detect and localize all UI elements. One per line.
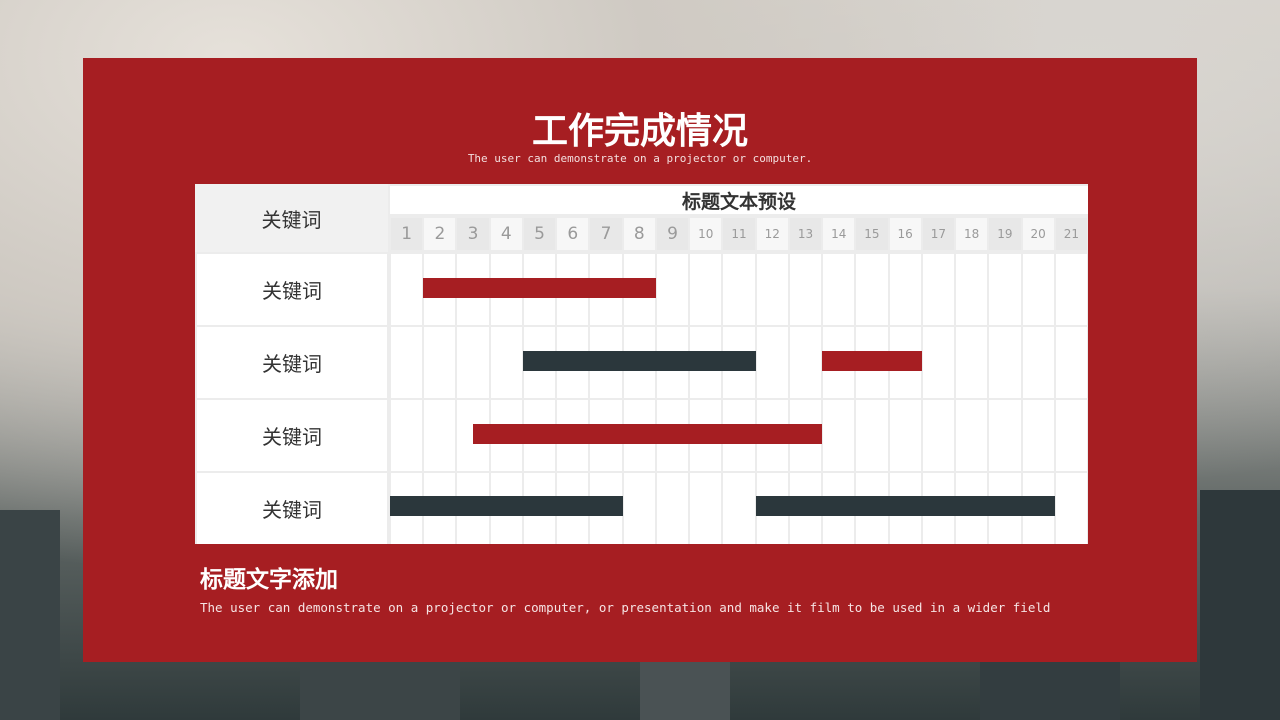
grid-cell (1055, 254, 1087, 325)
grid-cell (656, 254, 689, 325)
bg-building (0, 510, 60, 720)
day-label: 21 (1055, 218, 1087, 250)
day-label: 1 (391, 218, 423, 250)
grid-cell (424, 327, 456, 398)
day-label: 6 (557, 218, 589, 250)
grid-cell (690, 254, 722, 325)
grid-cell (922, 254, 955, 325)
day-label: 15 (856, 218, 888, 250)
grid-cell (922, 400, 955, 471)
grid-cell (789, 327, 822, 398)
day-label: 4 (490, 218, 522, 250)
grid-cell (756, 254, 788, 325)
day-label: 13 (789, 218, 822, 250)
grid-cell (956, 254, 988, 325)
grid-cell (956, 327, 988, 398)
grid-cell (391, 327, 423, 398)
slide-subtitle: The user can demonstrate on a projector … (467, 152, 813, 165)
day-label: 8 (623, 218, 655, 250)
footer-title: 标题文字添加 (200, 567, 338, 593)
grid-cell (1055, 473, 1087, 544)
grid-cell (623, 473, 655, 544)
bg-building (980, 662, 1120, 720)
day-label: 10 (690, 218, 722, 250)
bg-building (1200, 490, 1280, 720)
day-label: 16 (889, 218, 921, 250)
gantt-bar (473, 424, 823, 444)
footer-text: The user can demonstrate on a projector … (200, 600, 1051, 615)
grid-cell (856, 400, 888, 471)
grid-cell (756, 327, 788, 398)
gantt-bar (755, 496, 1055, 516)
bg-building (300, 662, 460, 720)
day-label: 17 (922, 218, 955, 250)
chart-title: 标题文本预设 (390, 186, 1088, 214)
day-label: 20 (1022, 218, 1054, 250)
grid-cell (823, 254, 855, 325)
grid-cell (1055, 327, 1087, 398)
grid-cell (490, 327, 522, 398)
grid-cell (989, 327, 1021, 398)
day-label: 14 (823, 218, 855, 250)
content-panel: 工作完成情况 The user can demonstrate on a pro… (83, 58, 1197, 662)
day-label: 5 (523, 218, 556, 250)
grid-cell (956, 400, 988, 471)
grid-cell (1022, 400, 1054, 471)
day-label: 19 (989, 218, 1021, 250)
grid-cell (457, 327, 489, 398)
row-header: 关键词 (195, 184, 388, 252)
day-label: 9 (656, 218, 689, 250)
day-label: 7 (590, 218, 622, 250)
grid-cell (823, 400, 855, 471)
grid-cell (723, 254, 755, 325)
grid-cell (789, 254, 822, 325)
grid-cell (1022, 254, 1054, 325)
grid-cell (889, 254, 921, 325)
day-axis: 1 2 3 4 5 6 7 8 9 10 11 12 13 14 15 16 17 18 19 20 21 (390, 218, 1088, 252)
grid-cell (391, 254, 423, 325)
row-label: 关键词 (197, 327, 387, 398)
day-label: 12 (756, 218, 788, 250)
grid-cell (690, 473, 722, 544)
grid-cell (889, 400, 921, 471)
gantt-bar (822, 351, 922, 371)
gantt-chart: 关键词 标题文本预设 1 2 3 4 5 6 7 8 9 10 11 12 13 14 15 16 17 18 19… (195, 184, 1088, 544)
gantt-bar (390, 496, 623, 516)
gantt-bar (423, 278, 656, 298)
grid-cell (1055, 400, 1087, 471)
bg-building (640, 662, 730, 720)
grid-cell (989, 400, 1021, 471)
gantt-bar (522, 351, 756, 371)
day-label: 18 (956, 218, 988, 250)
day-label: 3 (457, 218, 489, 250)
grid-cell (922, 327, 955, 398)
grid-cell (989, 254, 1021, 325)
grid-cell (723, 473, 755, 544)
grid-cell (391, 400, 423, 471)
row-label: 关键词 (197, 254, 387, 325)
grid-cell (656, 473, 689, 544)
grid-cell (1022, 327, 1054, 398)
day-label: 2 (424, 218, 456, 250)
slide-title: 工作完成情况 (531, 111, 748, 152)
row-label: 关键词 (197, 473, 387, 544)
day-label: 11 (723, 218, 755, 250)
grid-cell (424, 400, 456, 471)
row-label: 关键词 (197, 400, 387, 471)
grid-cell (856, 254, 888, 325)
